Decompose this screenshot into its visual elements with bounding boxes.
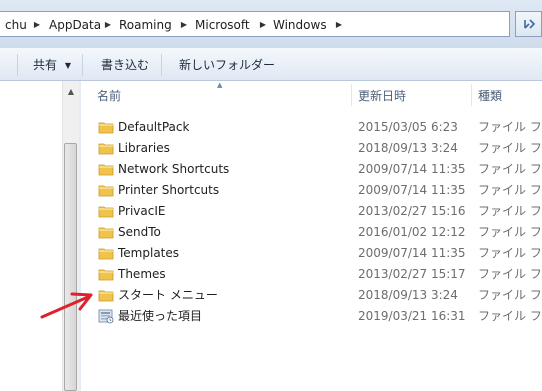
folder-icon	[98, 248, 114, 260]
breadcrumb-separator-icon[interactable]: ▶	[102, 17, 114, 33]
file-name: Themes	[118, 267, 166, 281]
file-row[interactable]: Themes 2013/02/27 15:17 ファイル フ	[81, 263, 542, 284]
breadcrumb-item-windows[interactable]: Windows	[273, 17, 327, 33]
folder-icon	[98, 269, 114, 281]
file-row[interactable]: PrivacIE 2013/02/27 15:16 ファイル フ	[81, 200, 542, 221]
file-row[interactable]: Network Shortcuts 2009/07/14 11:35 ファイル …	[81, 158, 542, 179]
breadcrumb-item-roaming[interactable]: Roaming	[119, 17, 172, 33]
file-type: ファイル フ	[478, 267, 542, 281]
file-row[interactable]: SendTo 2016/01/02 12:12 ファイル フ	[81, 221, 542, 242]
burn-button[interactable]: 書き込む	[101, 57, 149, 73]
breadcrumb-separator-icon[interactable]: ▶	[257, 17, 269, 33]
file-modified: 2013/02/27 15:16	[358, 204, 466, 218]
chevron-down-icon: ▼	[64, 61, 71, 70]
column-divider[interactable]	[471, 84, 472, 106]
file-name: Libraries	[118, 141, 170, 155]
breadcrumb-item-user[interactable]: chu	[5, 17, 27, 33]
toolbar-divider	[17, 54, 18, 76]
file-type: ファイル フ	[478, 309, 542, 323]
new-folder-button[interactable]: 新しいフォルダー	[179, 57, 275, 73]
file-name: Templates	[118, 246, 180, 260]
file-row[interactable]: Libraries 2018/09/13 3:24 ファイル フ	[81, 137, 542, 158]
file-name: スタート メニュー	[118, 288, 218, 302]
scroll-up-icon[interactable]: ▲	[63, 83, 79, 100]
folder-icon	[98, 164, 114, 176]
toolbar-divider	[161, 54, 162, 76]
breadcrumb-separator-icon[interactable]: ▶	[31, 17, 43, 33]
file-name: Network Shortcuts	[118, 162, 230, 176]
file-modified: 2013/02/27 15:17	[358, 267, 466, 281]
column-header-modified[interactable]: 更新日時	[358, 81, 406, 111]
file-type: ファイル フ	[478, 183, 542, 197]
share-label: 共有	[33, 58, 58, 72]
file-type: ファイル フ	[478, 141, 542, 155]
file-name: Printer Shortcuts	[118, 183, 220, 197]
address-bar-area: chu ▶ AppData ▶ Roaming ▶ Microsoft ▶ Wi…	[0, 0, 542, 48]
sort-ascending-icon: ▲	[217, 81, 223, 89]
breadcrumb-item-microsoft[interactable]: Microsoft	[195, 17, 250, 33]
file-name: SendTo	[118, 225, 161, 239]
file-row[interactable]: Templates 2009/07/14 11:35 ファイル フ	[81, 242, 542, 263]
file-row[interactable]: Printer Shortcuts 2009/07/14 11:35 ファイル …	[81, 179, 542, 200]
file-modified: 2009/07/14 11:35	[358, 183, 466, 197]
file-modified: 2019/03/21 16:31	[358, 309, 466, 323]
folder-icon	[98, 227, 114, 239]
file-type: ファイル フ	[478, 162, 542, 176]
file-row[interactable]: 最近使った項目 2019/03/21 16:31 ファイル フ	[81, 305, 542, 326]
file-type: ファイル フ	[478, 225, 542, 239]
folder-icon	[98, 185, 114, 197]
file-modified: 2009/07/14 11:35	[358, 162, 466, 176]
folder-icon	[98, 206, 114, 218]
file-row[interactable]: スタート メニュー 2018/09/13 3:24 ファイル フ	[81, 284, 542, 305]
refresh-button[interactable]	[515, 11, 542, 37]
breadcrumb-item-appdata[interactable]: AppData	[49, 17, 101, 33]
file-modified: 2018/09/13 3:24	[358, 288, 458, 302]
file-name: 最近使った項目	[118, 309, 203, 323]
scrollbar-thumb[interactable]	[64, 143, 77, 391]
file-modified: 2018/09/13 3:24	[358, 141, 458, 155]
file-name: DefaultPack	[118, 120, 190, 134]
folder-icon	[98, 143, 114, 155]
file-modified: 2016/01/02 12:12	[358, 225, 466, 239]
navigation-pane[interactable]	[0, 81, 62, 391]
breadcrumb[interactable]: chu ▶ AppData ▶ Roaming ▶ Microsoft ▶ Wi…	[0, 11, 510, 37]
annotation-arrow-icon	[40, 292, 93, 319]
breadcrumb-separator-icon[interactable]: ▶	[178, 17, 190, 33]
refresh-icon	[524, 19, 536, 29]
file-type: ファイル フ	[478, 120, 542, 134]
file-type: ファイル フ	[478, 204, 542, 218]
file-modified: 2009/07/14 11:35	[358, 246, 466, 260]
file-modified: 2015/03/05 6:23	[358, 120, 458, 134]
file-row[interactable]: DefaultPack 2015/03/05 6:23 ファイル フ	[81, 116, 542, 137]
column-divider[interactable]	[351, 84, 352, 106]
file-type: ファイル フ	[478, 246, 542, 260]
toolbar-divider	[82, 54, 83, 76]
column-header-type[interactable]: 種類	[478, 81, 502, 111]
share-button[interactable]: 共有 ▼	[33, 57, 71, 73]
breadcrumb-separator-icon[interactable]: ▶	[333, 17, 345, 33]
navigation-pane-scrollbar[interactable]: ▲	[62, 81, 79, 391]
folder-icon	[98, 122, 114, 134]
column-header-name[interactable]: 名前	[97, 81, 121, 111]
file-type: ファイル フ	[478, 288, 542, 302]
file-name: PrivacIE	[118, 204, 166, 218]
command-bar: 共有 ▼ 書き込む 新しいフォルダー	[0, 48, 542, 81]
